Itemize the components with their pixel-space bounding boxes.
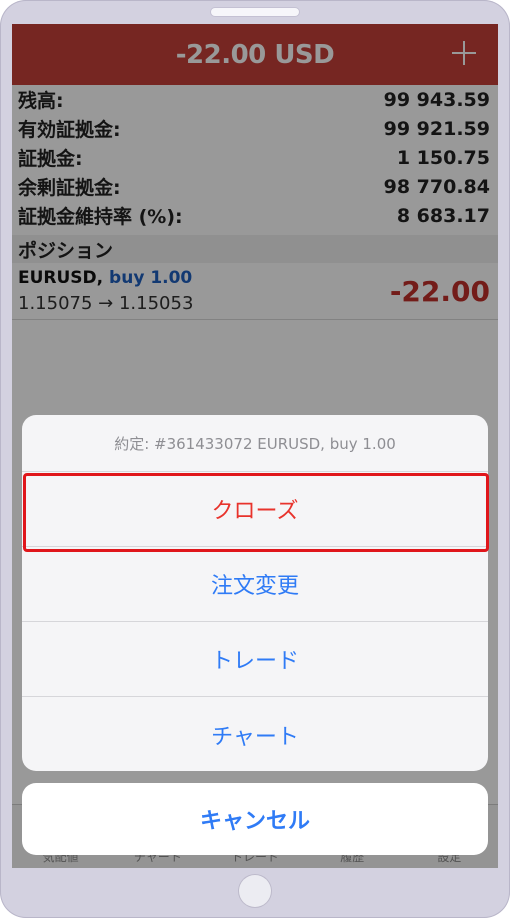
close-highlight-box (23, 473, 489, 552)
home-button[interactable] (239, 875, 271, 907)
phone-frame: -22.00 USD 残高: 99 943.59 有効証拠金: 99 921.5… (0, 0, 510, 918)
trade-button[interactable]: トレード (22, 622, 488, 697)
chart-button[interactable]: チャート (22, 697, 488, 771)
modify-order-button[interactable]: 注文変更 (22, 547, 488, 622)
speaker-grille (211, 8, 299, 16)
action-sheet-title: 約定: #361433072 EURUSD, buy 1.00 (22, 415, 488, 472)
cancel-button[interactable]: キャンセル (22, 783, 488, 855)
action-sheet: 約定: #361433072 EURUSD, buy 1.00 クローズ 注文変… (22, 415, 488, 771)
screen: -22.00 USD 残高: 99 943.59 有効証拠金: 99 921.5… (12, 24, 498, 868)
